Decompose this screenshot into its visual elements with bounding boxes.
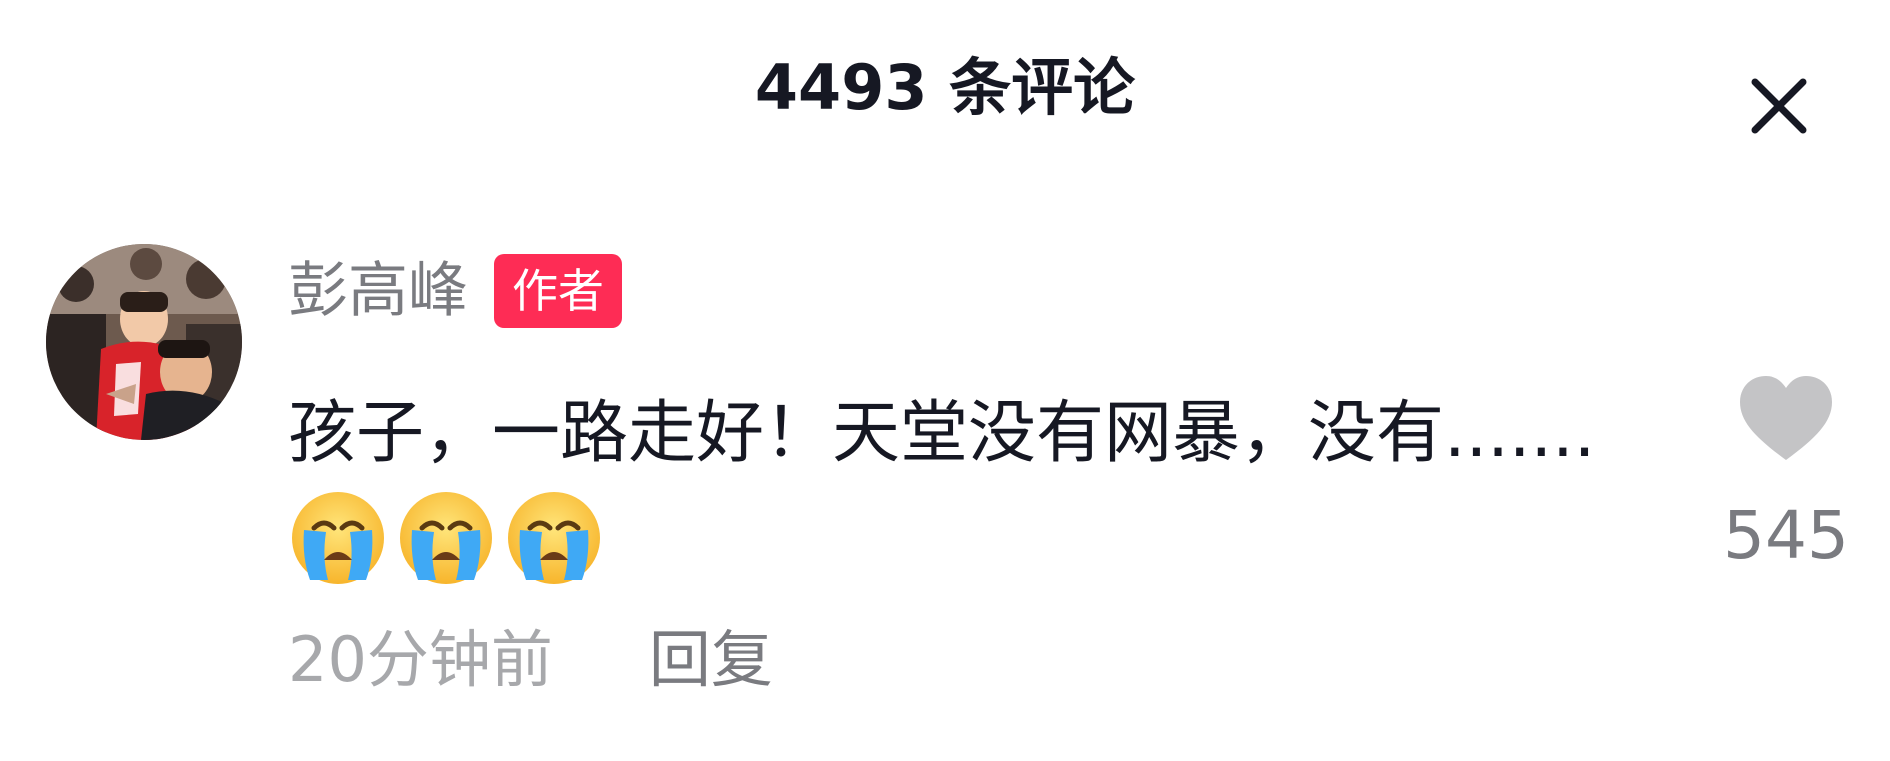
close-button[interactable] [1745, 72, 1813, 140]
comment-text: 孩子，一路走好！天堂没有网暴，没有....... [288, 380, 1618, 602]
like-button[interactable] [1736, 370, 1836, 470]
reply-button[interactable]: 回复 [649, 618, 773, 702]
loudly-crying-face-icon [396, 488, 496, 588]
comment-count-title: 4493 条评论 [754, 51, 1136, 124]
like-count: 545 [1723, 497, 1849, 574]
author-badge: 作者 [494, 254, 622, 328]
close-icon [1751, 78, 1807, 134]
comment-time: 20分钟前 [288, 623, 553, 696]
heart-icon [1740, 376, 1832, 460]
author-name[interactable]: 彭高峰 [288, 252, 468, 330]
author-row: 彭高峰 作者 [288, 252, 622, 330]
loudly-crying-face-icon [288, 488, 388, 588]
comment-text-content: 孩子，一路走好！天堂没有网暴，没有....... [288, 394, 1596, 473]
comment-meta: 20分钟前 回复 [288, 618, 773, 702]
avatar-photo [46, 244, 242, 440]
loudly-crying-face-icon [504, 488, 604, 588]
avatar[interactable] [46, 244, 242, 440]
